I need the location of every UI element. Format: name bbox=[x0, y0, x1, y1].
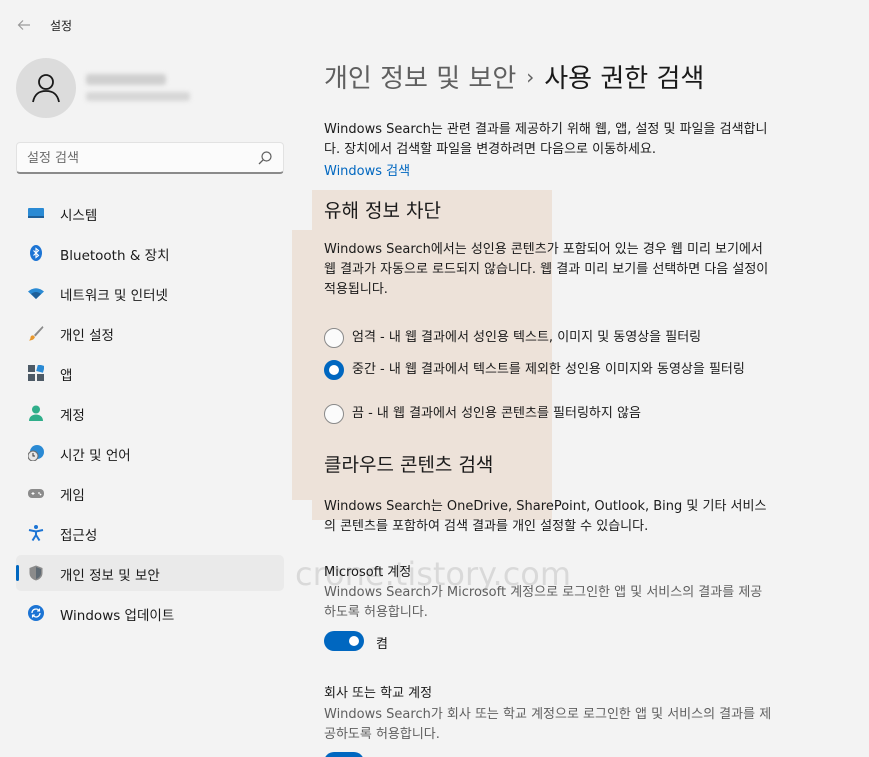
shield-icon bbox=[29, 565, 43, 581]
sidebar-item-system[interactable]: 시스템 bbox=[16, 195, 284, 231]
sidebar-item-label: Windows 업데이트 bbox=[60, 608, 175, 624]
sidebar-item-network[interactable]: 네트워크 및 인터넷 bbox=[16, 275, 284, 311]
sidebar-item-label: Bluetooth & 장치 bbox=[60, 248, 170, 264]
radio-label: 엄격 - 내 웹 결과에서 성인용 텍스트, 이미지 및 동영상을 필터링 bbox=[352, 330, 702, 345]
radio-label: 중간 - 내 웹 결과에서 텍스트를 제외한 성인용 이미지와 동영상을 필터링 bbox=[352, 362, 745, 377]
sidebar-item-windows-update[interactable]: Windows 업데이트 bbox=[16, 595, 284, 631]
app-title: 설정 bbox=[50, 19, 73, 33]
sidebar-item-label: 개인 정보 및 보안 bbox=[60, 568, 160, 584]
display-icon bbox=[28, 208, 44, 218]
sidebar-item-accounts[interactable]: 계정 bbox=[16, 395, 284, 431]
title-bar: 설정 bbox=[0, 0, 869, 48]
safe-search-heading: 유해 정보 차단 bbox=[324, 200, 441, 222]
brush-icon bbox=[29, 326, 44, 341]
sidebar-item-bluetooth[interactable]: Bluetooth & 장치 bbox=[16, 235, 284, 271]
sidebar-item-time-language[interactable]: 시간 및 언어 bbox=[16, 435, 284, 471]
radio-label: 끔 - 내 웹 결과에서 성인용 콘텐츠를 필터링하지 않음 bbox=[352, 406, 641, 421]
work-account-toggle[interactable] bbox=[324, 752, 364, 757]
sidebar-item-label: 게임 bbox=[60, 488, 85, 504]
cloud-search-heading: 클라우드 콘텐츠 검색 bbox=[324, 454, 494, 476]
sidebar-item-label: 개인 설정 bbox=[60, 328, 114, 344]
clock-globe-icon bbox=[28, 445, 44, 461]
back-arrow-icon bbox=[17, 20, 30, 30]
settings-search-input[interactable] bbox=[27, 148, 249, 168]
sidebar-item-label: 시간 및 언어 bbox=[60, 448, 131, 464]
page-title: 사용 권한 검색 bbox=[544, 64, 705, 94]
profile-email-blurred bbox=[86, 92, 190, 101]
sidebar-item-accessibility[interactable]: 접근성 bbox=[16, 515, 284, 551]
back-button[interactable] bbox=[10, 12, 38, 38]
breadcrumb-parent[interactable]: 개인 정보 및 보안 bbox=[324, 64, 516, 94]
sidebar-item-label: 계정 bbox=[60, 408, 85, 424]
breadcrumb-separator: › bbox=[526, 65, 535, 89]
microsoft-account-title: Microsoft 계정 bbox=[324, 565, 412, 580]
watermark-logo bbox=[292, 190, 552, 520]
work-account-description: Windows Search가 회사 또는 학교 계정으로 로그인한 앱 및 서… bbox=[324, 707, 772, 742]
sidebar-item-label: 네트워크 및 인터넷 bbox=[60, 288, 168, 304]
sidebar-item-gaming[interactable]: 게임 bbox=[16, 475, 284, 511]
avatar bbox=[16, 58, 76, 118]
microsoft-account-toggle-label: 켬 bbox=[376, 637, 388, 652]
microsoft-account-description: Windows Search가 Microsoft 계정으로 로그인한 앱 및 … bbox=[324, 585, 763, 620]
gamepad-icon bbox=[28, 489, 44, 498]
user-profile[interactable] bbox=[16, 58, 286, 120]
windows-search-link[interactable]: Windows 검색 bbox=[324, 160, 410, 179]
sidebar-item-privacy-security[interactable]: 개인 정보 및 보안 bbox=[16, 555, 284, 591]
sidebar-item-label: 접근성 bbox=[60, 528, 98, 544]
sidebar-nav: 시스템 Bluetooth & 장치 네트워크 및 인터넷 개인 설정 앱 계정… bbox=[16, 195, 284, 635]
update-icon bbox=[28, 605, 44, 621]
bluetooth-icon bbox=[30, 245, 42, 261]
safe-search-description: Windows Search에서는 성인용 콘텐츠가 포함되어 있는 경우 웹 … bbox=[324, 242, 769, 297]
wifi-icon bbox=[28, 288, 44, 299]
work-account-title: 회사 또는 학교 계정 bbox=[324, 686, 433, 701]
sidebar-item-label: 시스템 bbox=[60, 208, 98, 224]
person-icon bbox=[29, 405, 43, 421]
radio-button-selected[interactable] bbox=[324, 360, 344, 380]
cloud-search-description: Windows Search는 OneDrive, SharePoint, Ou… bbox=[324, 499, 767, 534]
sidebar-item-label: 앱 bbox=[60, 368, 73, 384]
profile-name-blurred bbox=[86, 74, 166, 85]
sidebar-item-personalization[interactable]: 개인 설정 bbox=[16, 315, 284, 351]
search-icon[interactable] bbox=[257, 150, 273, 166]
sidebar-item-apps[interactable]: 앱 bbox=[16, 355, 284, 391]
microsoft-account-toggle[interactable] bbox=[324, 631, 364, 651]
breadcrumb: 개인 정보 및 보안 › 사용 권한 검색 bbox=[324, 58, 704, 95]
settings-search-box[interactable] bbox=[16, 142, 284, 174]
intro-description: Windows Search는 관련 결과를 제공하기 위해 웹, 앱, 설정 … bbox=[324, 122, 768, 157]
apps-icon bbox=[28, 365, 44, 381]
person-icon bbox=[32, 74, 60, 103]
radio-button[interactable] bbox=[324, 404, 344, 424]
radio-button[interactable] bbox=[324, 328, 344, 348]
accessibility-icon bbox=[28, 525, 44, 541]
